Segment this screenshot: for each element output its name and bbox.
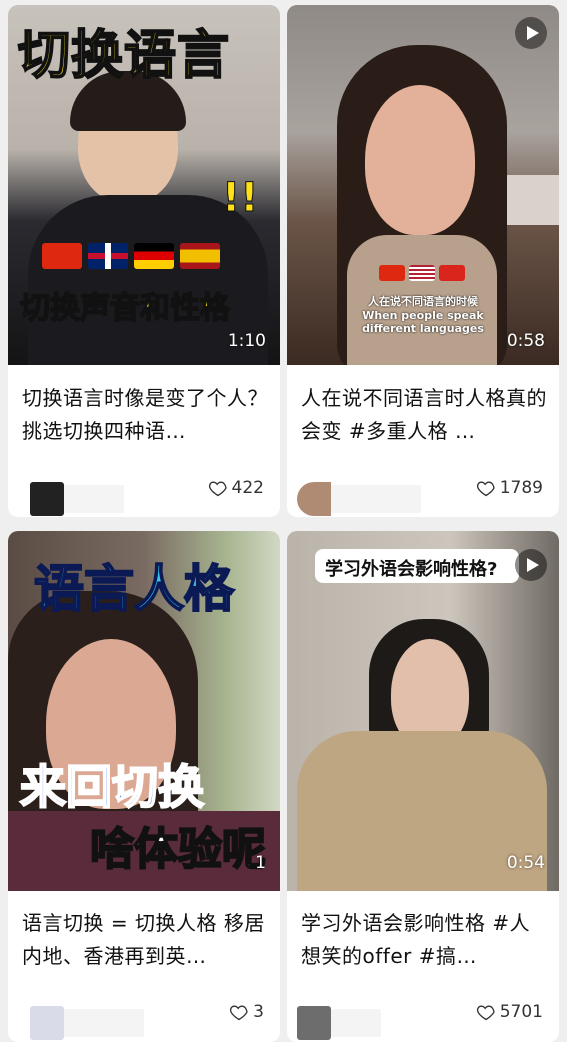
play-icon[interactable] [515,17,547,49]
spain-flag-icon [180,243,220,269]
like-count: 422 [231,478,264,498]
overlay-title: 语言人格 [33,559,235,619]
overlay-title: 切换语言 [17,25,231,87]
usa-flag-icon [409,265,435,281]
play-icon[interactable] [515,549,547,581]
like-count: 5701 [499,1002,543,1022]
video-card-4[interactable]: 学习外语会影响性格? 0:54 学习外语会影响性格 #人想笑的offer #搞…… [287,531,559,1042]
avatar[interactable] [297,1006,331,1040]
video-duration: 1:10 [227,331,266,351]
like-button[interactable]: 422 [208,478,264,498]
video-title[interactable]: 切换语言时像是变了个人？挑选切换四种语… [22,382,268,448]
china-flag-icon [379,265,405,281]
video-thumbnail-2[interactable]: 人在说不同语言的时候 When people speak different l… [287,5,559,365]
like-button[interactable]: 5701 [476,1002,543,1022]
like-count: 3 [253,1002,264,1022]
avatar[interactable] [297,482,331,516]
like-button[interactable]: 3 [229,1002,264,1022]
overlay-question: 啥体验呢 [89,823,267,876]
like-button[interactable]: 1789 [476,478,543,498]
exclaim-mark: !! [221,175,259,222]
video-duration: 1 [255,853,266,873]
author-name-redacted [331,485,421,513]
uk-flag-icon [88,243,128,269]
like-count: 1789 [499,478,543,498]
heart-icon [476,481,495,497]
video-card-2[interactable]: 人在说不同语言的时候 When people speak different l… [287,5,559,517]
video-duration: 0:54 [506,853,545,873]
video-thumbnail-1[interactable]: 切换语言 !! 切换声音和性格 1:10 [8,5,280,365]
germany-flag-icon [134,243,174,269]
author-info[interactable] [297,1005,381,1041]
video-title[interactable]: 人在说不同语言时人格真的会变 #多重人格 … [301,382,547,448]
video-thumbnail-3[interactable]: 语言人格 来回切换 啥体验呢 1 [8,531,280,891]
author-name-redacted [331,1009,381,1037]
video-thumbnail-4[interactable]: 学习外语会影响性格? 0:54 [287,531,559,891]
subtitle-english: When people speak different languages [362,309,484,335]
video-title[interactable]: 语言切换 = 切换人格 移居内地、香港再到英… [22,907,268,973]
overlay-question: 学习外语会影响性格? [325,559,498,580]
video-title[interactable]: 学习外语会影响性格 #人想笑的offer #搞… [301,907,547,973]
video-card-1[interactable]: 切换语言 !! 切换声音和性格 1:10 切换语言时像是变了个人？挑选切换四种语… [8,5,280,517]
overlay-subtitle: 切换声音和性格 [19,290,231,327]
heart-icon [230,1005,248,1021]
flag-row [42,243,220,269]
author-name-redacted [64,1009,144,1037]
video-duration: 0:58 [506,331,545,351]
flag-row [379,265,465,281]
author-info[interactable] [297,481,421,517]
video-card-3[interactable]: 语言人格 来回切换 啥体验呢 1 语言切换 = 切换人格 移居内地、香港再到英…… [8,531,280,1042]
vietnam-flag-icon [439,265,465,281]
author-info[interactable] [30,1005,144,1041]
avatar[interactable] [30,1006,64,1040]
avatar[interactable] [30,482,64,516]
author-info[interactable] [30,481,124,517]
china-flag-icon [42,243,82,269]
heart-icon [208,481,227,497]
author-name-redacted [64,485,124,513]
subtitle-chinese: 人在说不同语言的时候 [368,295,478,308]
overlay-subtitle: 来回切换 [19,759,205,815]
heart-icon [476,1005,495,1021]
